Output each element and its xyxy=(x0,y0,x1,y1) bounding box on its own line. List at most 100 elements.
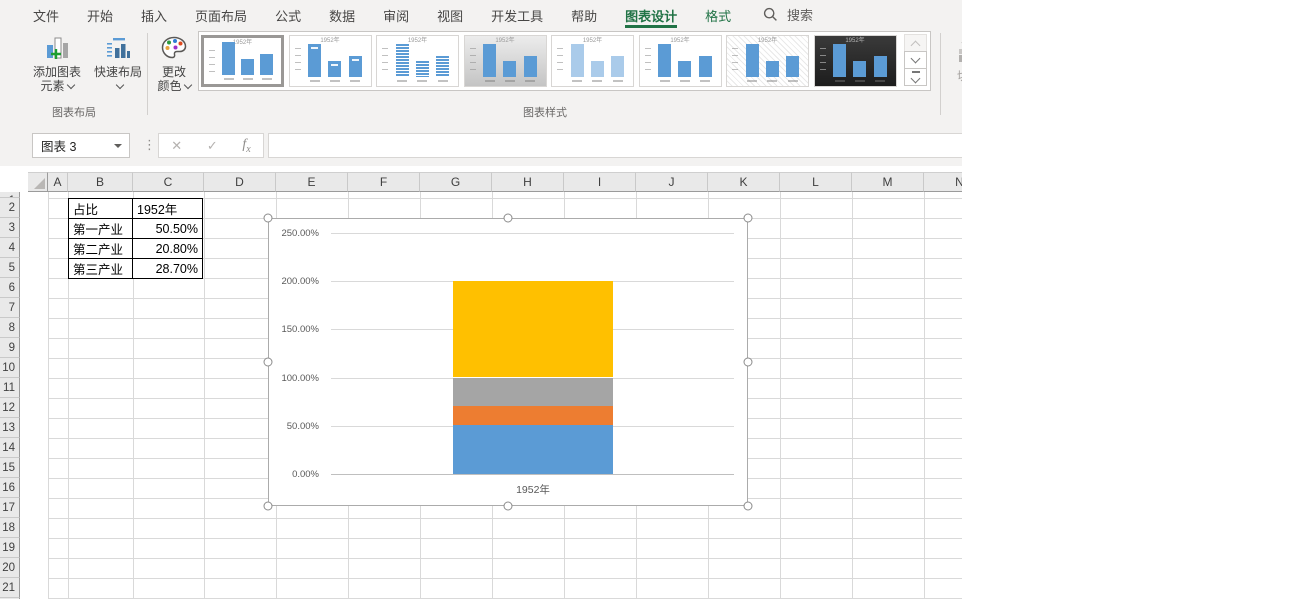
column-header-F[interactable]: F xyxy=(348,172,420,192)
chart-style-thumb-8[interactable]: 1952年 xyxy=(814,35,897,87)
switch-row-column-button[interactable]: 切换 xyxy=(944,33,962,84)
insert-function-icon[interactable]: fx xyxy=(242,137,250,155)
row-header-17[interactable]: 17 xyxy=(0,498,20,518)
cancel-icon[interactable]: ✕ xyxy=(171,138,182,154)
chart-resize-handle-n[interactable] xyxy=(504,214,513,223)
chart-resize-handle-ne[interactable] xyxy=(744,214,753,223)
add-chart-element-button[interactable]: 添加图表 元素 xyxy=(26,33,88,93)
menu-tab-公式[interactable]: 公式 xyxy=(275,0,301,28)
column-header-G[interactable]: G xyxy=(420,172,492,192)
thumb-bar xyxy=(766,61,779,77)
menu-tab-数据[interactable]: 数据 xyxy=(329,0,355,28)
chart-resize-handle-sw[interactable] xyxy=(264,502,273,511)
column-header-K[interactable]: K xyxy=(708,172,780,192)
menu-tab-开始[interactable]: 开始 xyxy=(87,0,113,28)
bar-segment-第三产业[interactable] xyxy=(453,378,613,406)
column-header-H[interactable]: H xyxy=(492,172,564,192)
cell-C3[interactable]: 50.50% xyxy=(133,219,203,239)
row-header-21[interactable]: 21 xyxy=(0,578,20,598)
y-axis-label[interactable]: 100.00% xyxy=(269,373,319,384)
column-header-B[interactable]: B xyxy=(68,172,133,192)
row-header-14[interactable]: 14 xyxy=(0,438,20,458)
chart-style-thumb-4[interactable]: 1952年 xyxy=(464,35,547,87)
menu-tab-格式[interactable]: 格式 xyxy=(705,0,731,28)
chart-style-thumb-1[interactable]: 1952年 xyxy=(201,35,284,87)
cell-B2[interactable]: 占比 xyxy=(69,199,133,219)
row-header-9[interactable]: 9 xyxy=(0,338,20,358)
cell-C4[interactable]: 20.80% xyxy=(133,239,203,259)
bar-segment-第一产业[interactable] xyxy=(453,425,613,474)
cell-B5[interactable]: 第三产业 xyxy=(69,259,133,279)
menu-tab-文件[interactable]: 文件 xyxy=(33,0,59,28)
row-header-6[interactable]: 6 xyxy=(0,278,20,298)
chart-style-thumb-3[interactable]: 1952年 xyxy=(376,35,459,87)
formula-bar-drag-dots[interactable]: ⋮ xyxy=(143,132,156,158)
row-header-15[interactable]: 15 xyxy=(0,458,20,478)
chart-resize-handle-w[interactable] xyxy=(264,358,273,367)
column-header-J[interactable]: J xyxy=(636,172,708,192)
column-header-A[interactable]: A xyxy=(48,172,68,192)
chart-style-thumb-7[interactable]: 1952年 xyxy=(726,35,809,87)
chart-object[interactable]: 250.00%200.00%150.00%100.00%50.00%0.00% … xyxy=(268,218,748,506)
x-axis-category-label[interactable]: 1952年 xyxy=(453,482,613,497)
y-axis-label[interactable]: 150.00% xyxy=(269,324,319,335)
chart-resize-handle-nw[interactable] xyxy=(264,214,273,223)
column-header-E[interactable]: E xyxy=(276,172,348,192)
chart-style-thumb-6[interactable]: 1952年 xyxy=(639,35,722,87)
cell-B4[interactable]: 第二产业 xyxy=(69,239,133,259)
chart-resize-handle-e[interactable] xyxy=(744,358,753,367)
menu-tab-页面布局[interactable]: 页面布局 xyxy=(195,0,247,28)
y-axis-label[interactable]: 200.00% xyxy=(269,276,319,287)
chart-style-thumb-5[interactable]: 1952年 xyxy=(551,35,634,87)
row-header-11[interactable]: 11 xyxy=(0,378,20,398)
chart-resize-handle-s[interactable] xyxy=(504,502,513,511)
change-colors-button[interactable]: 更改 颜色 xyxy=(152,33,196,93)
y-axis-label[interactable]: 250.00% xyxy=(269,228,319,239)
bar-segment-第二产业[interactable] xyxy=(453,405,613,425)
formula-input[interactable] xyxy=(268,133,962,158)
row-header-13[interactable]: 13 xyxy=(0,418,20,438)
column-header-I[interactable]: I xyxy=(564,172,636,192)
name-box[interactable]: 图表 3 xyxy=(32,133,130,158)
menu-tab-开发工具[interactable]: 开发工具 xyxy=(491,0,543,28)
select-all-button[interactable] xyxy=(28,172,48,192)
column-header-M[interactable]: M xyxy=(852,172,924,192)
menu-tab-视图[interactable]: 视图 xyxy=(437,0,463,28)
chart-resize-handle-se[interactable] xyxy=(744,502,753,511)
menu-tab-插入[interactable]: 插入 xyxy=(141,0,167,28)
cell-B3[interactable]: 第一产业 xyxy=(69,219,133,239)
row-header-8[interactable]: 8 xyxy=(0,318,20,338)
gallery-scroll-down-button[interactable] xyxy=(904,51,927,69)
row-header-19[interactable]: 19 xyxy=(0,538,20,558)
row-header-7[interactable]: 7 xyxy=(0,298,20,318)
row-header-20[interactable]: 20 xyxy=(0,558,20,578)
column-header-N[interactable]: N xyxy=(924,172,962,192)
menu-tab-图表设计[interactable]: 图表设计 xyxy=(625,0,677,28)
name-box-dropdown-icon[interactable] xyxy=(114,144,122,148)
bar-segment-series4[interactable] xyxy=(453,281,613,377)
thumb-x-labels xyxy=(480,80,541,82)
menu-tab-帮助[interactable]: 帮助 xyxy=(571,0,597,28)
row-header-2[interactable]: 2 xyxy=(0,198,20,218)
cell-C2[interactable]: 1952年 xyxy=(133,199,203,219)
row-header-3[interactable]: 3 xyxy=(0,218,20,238)
gallery-scroll-up-button[interactable] xyxy=(904,34,927,52)
column-header-D[interactable]: D xyxy=(204,172,276,192)
quick-layout-button[interactable]: 快速布局 xyxy=(90,33,146,93)
chart-style-thumb-2[interactable]: 1952年 xyxy=(289,35,372,87)
search-box[interactable]: 搜索 xyxy=(763,0,813,28)
column-header-L[interactable]: L xyxy=(780,172,852,192)
y-axis-label[interactable]: 50.00% xyxy=(269,421,319,432)
cell-C5[interactable]: 28.70% xyxy=(133,259,203,279)
y-axis-label[interactable]: 0.00% xyxy=(269,469,319,480)
gallery-more-button[interactable] xyxy=(904,68,927,86)
row-header-5[interactable]: 5 xyxy=(0,258,20,278)
column-header-C[interactable]: C xyxy=(133,172,204,192)
row-header-18[interactable]: 18 xyxy=(0,518,20,538)
menu-tab-审阅[interactable]: 审阅 xyxy=(383,0,409,28)
row-header-12[interactable]: 12 xyxy=(0,398,20,418)
row-header-10[interactable]: 10 xyxy=(0,358,20,378)
row-header-4[interactable]: 4 xyxy=(0,238,20,258)
enter-icon[interactable]: ✓ xyxy=(207,138,218,154)
row-header-16[interactable]: 16 xyxy=(0,478,20,498)
